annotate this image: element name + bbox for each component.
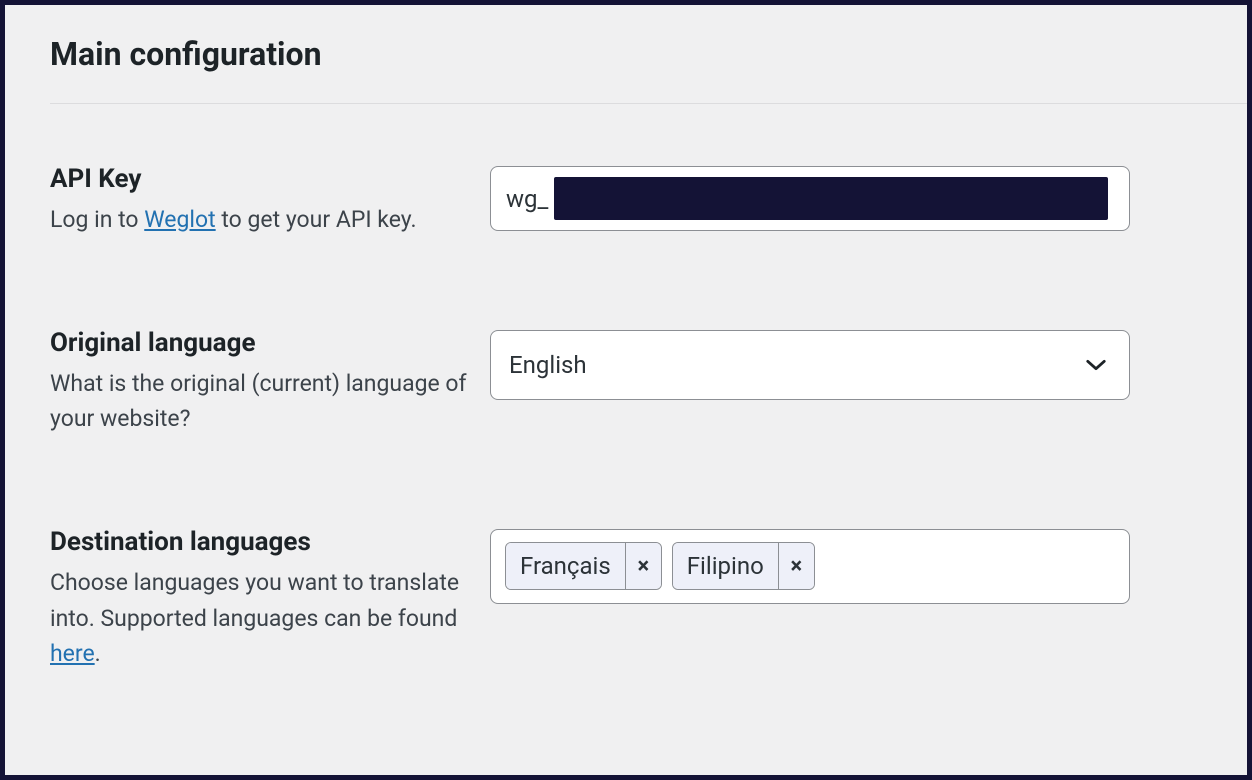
language-tag-label: Français: [506, 543, 625, 589]
api-key-prefix: wg_: [506, 185, 548, 213]
api-key-label: API Key: [50, 164, 470, 194]
main-config-form: API Key Log in to Weglot to get your API…: [50, 164, 1247, 672]
close-icon: ×: [790, 554, 802, 579]
dest-desc-suffix: .: [95, 640, 101, 667]
destination-languages-label-column: Destination languages Choose languages y…: [50, 527, 490, 672]
api-key-redacted-icon: [554, 177, 1108, 220]
original-language-input-column: English: [490, 328, 1247, 400]
api-key-desc-suffix: to get your API key.: [216, 206, 417, 233]
api-key-desc-prefix: Log in to: [50, 206, 144, 233]
supported-languages-link[interactable]: here: [50, 640, 95, 667]
remove-tag-button[interactable]: ×: [625, 543, 661, 589]
api-key-row: API Key Log in to Weglot to get your API…: [50, 164, 1247, 238]
destination-languages-row: Destination languages Choose languages y…: [50, 527, 1247, 672]
destination-languages-description: Choose languages you want to translate i…: [50, 565, 470, 672]
original-language-label: Original language: [50, 328, 470, 358]
destination-languages-input-column: Français × Filipino ×: [490, 527, 1247, 604]
language-tag: Français ×: [505, 542, 662, 590]
chevron-down-icon: [1085, 354, 1107, 376]
language-tag-label: Filipino: [673, 543, 778, 589]
destination-languages-label: Destination languages: [50, 527, 470, 557]
close-icon: ×: [637, 554, 649, 579]
original-language-value: English: [509, 351, 587, 379]
api-key-input[interactable]: wg_: [490, 166, 1130, 231]
original-language-description: What is the original (current) language …: [50, 366, 470, 437]
remove-tag-button[interactable]: ×: [778, 543, 814, 589]
api-key-description: Log in to Weglot to get your API key.: [50, 202, 470, 238]
original-language-label-column: Original language What is the original (…: [50, 328, 490, 437]
language-tag: Filipino ×: [672, 542, 815, 590]
dest-desc-prefix: Choose languages you want to translate i…: [50, 569, 459, 632]
weglot-link[interactable]: Weglot: [144, 206, 215, 233]
section-title: Main configuration: [50, 35, 1247, 104]
api-key-label-column: API Key Log in to Weglot to get your API…: [50, 164, 490, 238]
original-language-select[interactable]: English: [490, 330, 1130, 400]
original-language-row: Original language What is the original (…: [50, 328, 1247, 437]
destination-languages-input[interactable]: Français × Filipino ×: [490, 529, 1130, 604]
api-key-input-column: wg_: [490, 164, 1247, 231]
